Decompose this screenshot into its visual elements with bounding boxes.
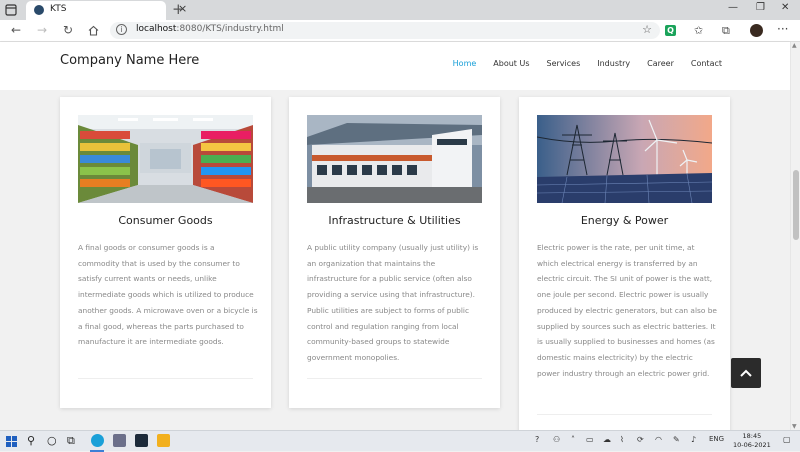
brand-logo-text[interactable]: Company Name Here [60,53,199,68]
card-description: A final goods or consumer goods is a com… [78,243,258,347]
window-close-icon[interactable]: ✕ [781,2,789,13]
collections-icon[interactable]: ⧉ [722,24,730,38]
sync-icon[interactable]: ⟳ [637,435,644,444]
wifi-icon[interactable]: ◠ [655,435,662,444]
nav-career[interactable]: Career [647,59,674,68]
industry-card-energy-power: Energy & Power Electric power is the rat… [519,97,730,430]
solar-wind-power-image [537,115,712,203]
tab-title: KTS [50,4,67,14]
network-icon[interactable]: ⌇ [620,435,624,444]
pen-icon[interactable]: ✎ [673,435,680,444]
nav-contact[interactable]: Contact [691,59,722,68]
address-bar[interactable]: i localhost:8080/KTS/industry.html ☆ [110,22,660,39]
chevron-up-icon [740,369,752,377]
site-favicon-icon [34,5,44,15]
card-divider [307,378,482,379]
windows-taskbar: ⚲ ○ ⧉ ? ⚇ ˄ ▭ ☁ ⌇ ⟳ ◠ ✎ ♪ ENG 18:45 10-0… [0,430,800,452]
scroll-up-icon[interactable]: ▲ [792,42,797,49]
tray-expand-icon[interactable]: ˄ [571,435,575,444]
new-tab-icon[interactable]: + [172,0,185,18]
terminal-icon[interactable] [135,434,148,447]
search-icon[interactable]: ⚲ [27,434,35,447]
card-title: Infrastructure & Utilities [328,214,461,227]
forward-icon[interactable]: → [37,23,47,37]
task-view-icon[interactable]: ⧉ [67,434,75,448]
battery-icon[interactable]: ▭ [586,435,594,444]
browser-toolbar: ← → ↻ i localhost:8080/KTS/industry.html… [0,20,800,42]
file-explorer-icon[interactable] [157,434,170,447]
page-scrollbar[interactable]: ▲ ▼ [790,42,800,430]
browser-tab[interactable]: KTS × [26,1,187,20]
industrial-building-image [307,115,482,203]
supermarket-aisle-image [78,115,253,203]
card-divider [537,414,712,415]
back-to-top-button[interactable] [731,358,761,388]
scroll-down-icon[interactable]: ▼ [792,423,797,430]
site-info-icon[interactable]: i [116,24,127,35]
app-icon[interactable] [113,434,126,447]
industry-card-infrastructure: Infrastructure & Utilities A public util… [289,97,500,408]
url-host: localhost [136,24,177,34]
url-path: :8080/KTS/industry.html [176,24,284,34]
clock-date: 10-06-2021 [733,441,771,449]
windows-start-icon[interactable] [6,436,17,447]
minimize-icon[interactable]: — [728,2,738,13]
volume-icon[interactable]: ♪ [691,435,696,444]
nav-industry[interactable]: Industry [597,59,630,68]
card-divider [78,378,253,379]
tab-actions-icon[interactable] [4,3,18,17]
refresh-icon[interactable]: ↻ [63,23,73,37]
favorite-star-icon[interactable]: ☆ [642,23,652,36]
browser-tab-strip: KTS × + — ❐ ✕ [0,0,800,20]
card-title: Consumer Goods [118,214,213,227]
home-icon[interactable] [88,25,99,36]
taskbar-clock[interactable]: 18:45 10-06-2021 [733,432,771,450]
back-icon[interactable]: ← [11,23,21,37]
industry-section: Consumer Goods A final goods or consumer… [0,90,790,430]
scrollbar-thumb[interactable] [793,170,799,240]
edge-browser-icon[interactable] [91,434,104,447]
language-indicator[interactable]: ENG [709,435,724,443]
favorites-icon[interactable]: ✩ [694,24,703,37]
nav-home[interactable]: Home [453,59,477,68]
site-header: Company Name Here Home About Us Services… [0,42,790,90]
notifications-icon[interactable]: ▢ [783,435,791,444]
url-text: localhost:8080/KTS/industry.html [136,24,284,34]
menu-icon[interactable]: ··· [777,22,788,36]
cortana-icon[interactable]: ○ [47,434,57,447]
industry-card-consumer-goods: Consumer Goods A final goods or consumer… [60,97,271,408]
nav-about-us[interactable]: About Us [493,59,529,68]
card-description: A public utility company (usually just u… [307,243,479,362]
restore-icon[interactable]: ❐ [756,2,765,13]
help-icon[interactable]: ? [535,435,539,444]
clock-time: 18:45 [742,432,762,440]
nav-services[interactable]: Services [547,59,581,68]
card-title: Energy & Power [580,214,669,227]
extension-icon[interactable]: Q [665,25,676,36]
people-icon[interactable]: ⚇ [553,435,560,444]
site-nav: Home About Us Services Industry Career C… [453,59,722,68]
card-description: Electric power is the rate, per unit tim… [537,243,717,378]
profile-avatar[interactable] [750,24,763,37]
cloud-icon[interactable]: ☁ [603,435,611,444]
